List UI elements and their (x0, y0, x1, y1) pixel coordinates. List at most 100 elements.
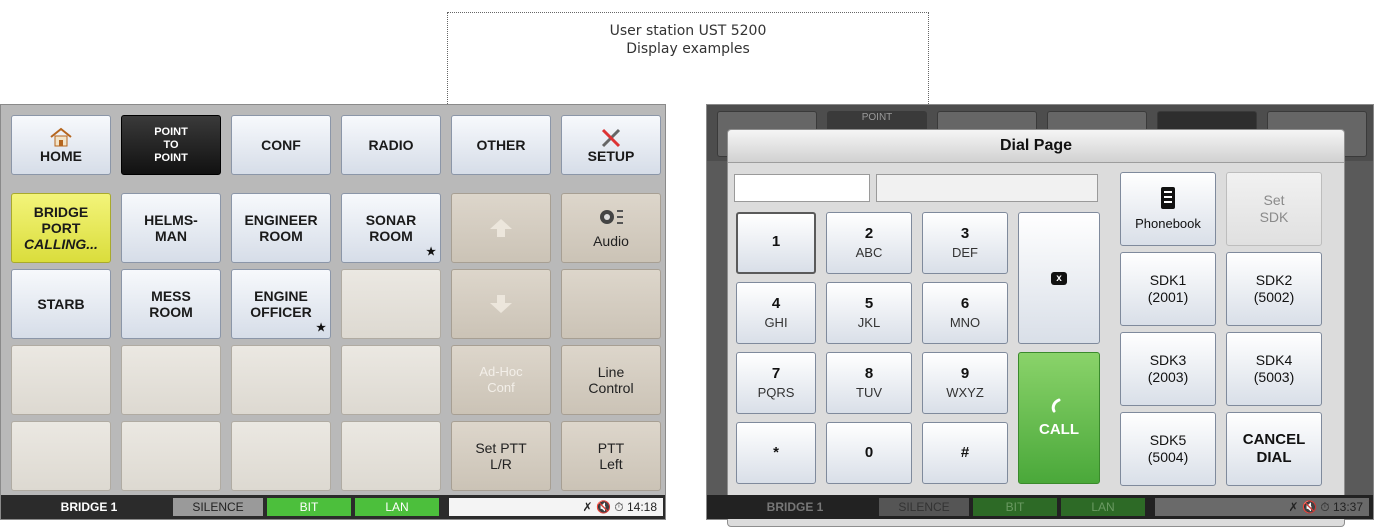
mess-room-button[interactable]: MESS ROOM (121, 269, 221, 339)
status-field: ✗ 🔇 ⏱ 14:18 (449, 498, 663, 516)
home-button[interactable]: HOME (11, 115, 111, 175)
key-4-digit: 4 (771, 295, 781, 312)
silence-indicator[interactable]: SILENCE (173, 498, 263, 516)
audio-label: Audio (593, 233, 629, 249)
point-to-point-screen: HOME POINT TO POINT CONF RADIO OTHER SET… (0, 104, 666, 520)
conf-tab[interactable]: CONF (231, 115, 331, 175)
empty-slot (341, 421, 441, 491)
call-button[interactable]: CALL (1018, 352, 1100, 484)
key-4[interactable]: 4 GHI (736, 282, 816, 344)
sdk5-button[interactable]: SDK5 (5004) (1120, 412, 1216, 486)
setup-button[interactable]: SETUP (561, 115, 661, 175)
sonar-room-line1: SONAR (365, 212, 417, 228)
lan-indicator: LAN (355, 498, 439, 516)
engine-officer-line1: ENGINE (254, 288, 308, 304)
arrow-down-icon (490, 295, 512, 313)
key-8-letters: TUV (856, 385, 882, 400)
sdk1-button[interactable]: SDK1 (2001) (1120, 252, 1216, 326)
phonebook-button[interactable]: Phonebook (1120, 172, 1216, 246)
conf-label: CONF (261, 137, 301, 153)
adhoc-line1: Ad-Hoc (479, 364, 523, 379)
name-input[interactable] (876, 174, 1098, 202)
sonar-room-button[interactable]: SONAR ROOM ★ (341, 193, 441, 263)
sdk5-line1: SDK5 (1149, 432, 1187, 448)
set-sdk-button[interactable]: Set SDK (1226, 172, 1322, 246)
mic-muted-icon: ✗ (582, 500, 593, 514)
scroll-down-button[interactable] (451, 269, 551, 339)
sdk1-line1: SDK1 (1149, 272, 1187, 288)
helmsman-line1: HELMS- (144, 212, 198, 228)
mess-room-line2: ROOM (149, 304, 193, 320)
key-9[interactable]: 9 WXYZ (922, 352, 1008, 414)
key-2[interactable]: 2 ABC (826, 212, 912, 274)
sonar-room-line2: ROOM (369, 228, 413, 244)
key-8[interactable]: 8 TUV (826, 352, 912, 414)
empty-slot (231, 345, 331, 415)
number-input[interactable] (734, 174, 870, 202)
clock-time: 14:18 (626, 500, 657, 514)
sdk5-line2: (5004) (1147, 449, 1189, 465)
sdk3-button[interactable]: SDK3 (2003) (1120, 332, 1216, 406)
key-6[interactable]: 6 MNO (922, 282, 1008, 344)
radio-label: RADIO (368, 137, 414, 153)
bridge-port-button[interactable]: BRIDGE PORT CALLING... (11, 193, 111, 263)
calling-status: CALLING... (24, 236, 98, 252)
status-bar: BRIDGE 1 SILENCE BIT LAN ✗ 🔇 ⏱ 13:37 (707, 495, 1373, 519)
cancel-dial-button[interactable]: CANCEL DIAL (1226, 412, 1322, 486)
clock-time: 13:37 (1332, 500, 1363, 514)
sdk3-line2: (2003) (1147, 369, 1189, 385)
key-5-letters: JKL (857, 315, 881, 330)
key-5-digit: 5 (864, 295, 874, 312)
arrow-up-icon (490, 219, 512, 237)
key-1[interactable]: 1 (736, 212, 816, 274)
key-3-digit: 3 (960, 225, 970, 242)
engine-officer-button[interactable]: ENGINE OFFICER ★ (231, 269, 331, 339)
bridge-port-line1: BRIDGE (33, 204, 89, 220)
sdk4-button[interactable]: SDK4 (5003) (1226, 332, 1322, 406)
empty-slot (341, 269, 441, 339)
set-ptt-button[interactable]: Set PTT L/R (451, 421, 551, 491)
caption-line-1: User station UST 5200 (609, 23, 767, 39)
set-ptt-line2: L/R (490, 456, 512, 472)
engineer-room-button[interactable]: ENGINEER ROOM (231, 193, 331, 263)
starb-button[interactable]: STARB (11, 269, 111, 339)
key-6-letters: MNO (949, 315, 981, 330)
scroll-up-button[interactable] (451, 193, 551, 263)
empty-slot (231, 421, 331, 491)
station-name: BRIDGE 1 (766, 500, 824, 514)
cancel-line2: DIAL (1256, 449, 1292, 466)
audio-button[interactable]: Audio (561, 193, 661, 263)
key-hash[interactable]: # (922, 422, 1008, 484)
key-0[interactable]: 0 (826, 422, 912, 484)
line-control-button[interactable]: Line Control (561, 345, 661, 415)
key-3[interactable]: 3 DEF (922, 212, 1008, 274)
key-7[interactable]: 7 PQRS (736, 352, 816, 414)
radio-tab[interactable]: RADIO (341, 115, 441, 175)
key-0-digit: 0 (864, 444, 874, 461)
adhoc-line2: Conf (487, 380, 515, 395)
bit-indicator: BIT (973, 498, 1057, 516)
key-star[interactable]: * (736, 422, 816, 484)
adhoc-conf-button[interactable]: Ad-Hoc Conf (451, 345, 551, 415)
key-9-digit: 9 (960, 365, 970, 382)
starb-label: STARB (37, 296, 85, 312)
dial-screen: POINT Dial Page 1 2 ABC 3 DEF 4 GHI 5 JKL 6 M… (706, 104, 1374, 527)
star-icon: ★ (426, 246, 436, 258)
key-5[interactable]: 5 JKL (826, 282, 912, 344)
station-name: BRIDGE 1 (60, 500, 118, 514)
dialog-title: Dial Page (728, 130, 1344, 163)
engine-officer-line2: OFFICER (250, 304, 312, 320)
sdk2-button[interactable]: SDK2 (5002) (1226, 252, 1322, 326)
caption-line-2: Display examples (626, 41, 750, 57)
other-tab[interactable]: OTHER (451, 115, 551, 175)
empty-slot (11, 345, 111, 415)
ptt-left-button[interactable]: PTT Left (561, 421, 661, 491)
key-3-letters: DEF (952, 245, 978, 260)
point-to-point-tab[interactable]: POINT TO POINT (121, 115, 221, 175)
bridge-port-line2: PORT (41, 220, 81, 236)
backspace-button[interactable]: x (1018, 212, 1100, 344)
ptt-left-line2: Left (599, 456, 623, 472)
caption: User station UST 5200 Display examples (447, 22, 929, 58)
sdk2-line1: SDK2 (1255, 272, 1293, 288)
helmsman-button[interactable]: HELMS- MAN (121, 193, 221, 263)
